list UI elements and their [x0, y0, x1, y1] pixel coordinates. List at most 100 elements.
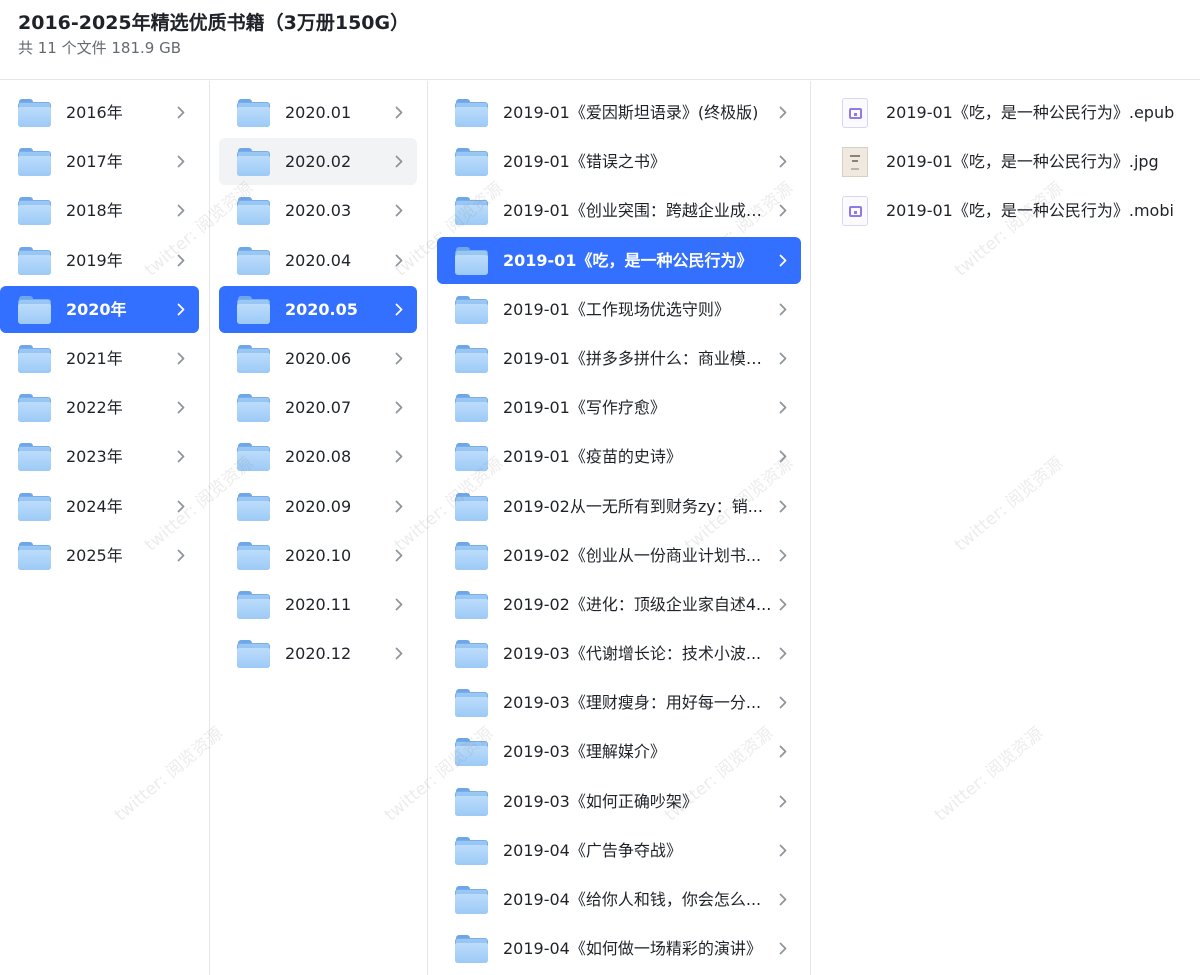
- book-folder-item[interactable]: 2019-02从一无所有到财务zy：销...: [437, 483, 801, 530]
- chevron-right-icon: [177, 450, 185, 463]
- year-folder-item-label: 2025年: [66, 545, 123, 565]
- chevron-right-icon: [779, 745, 787, 758]
- book-folder-item[interactable]: 2019-01《工作现场优选守则》: [437, 286, 801, 333]
- folder-icon: [455, 541, 488, 570]
- chevron-right-icon: [177, 500, 185, 513]
- book-folder-item[interactable]: 2019-03《代谢增长论：技术小波...: [437, 630, 801, 677]
- chevron-right-icon: [779, 303, 787, 316]
- folder-icon: [237, 541, 270, 570]
- book-folder-item[interactable]: 2019-01《错误之书》: [437, 138, 801, 185]
- book-folder-item[interactable]: 2019-01《拼多多拼什么：商业模式...: [437, 335, 801, 382]
- book-folder-item[interactable]: 2019-03《理财瘦身：用好每一分...: [437, 679, 801, 726]
- chevron-right-icon: [779, 106, 787, 119]
- book-folder-item[interactable]: 2019-01《写作疗愈》: [437, 384, 801, 431]
- month-folder-item[interactable]: 2020.12: [219, 630, 417, 677]
- book-folder-item-label: 2019-04《广告争夺战》: [503, 840, 682, 860]
- folder-icon: [455, 787, 488, 816]
- book-folder-item[interactable]: 2019-01《疫苗的史诗》: [437, 433, 801, 480]
- year-folder-item[interactable]: 2023年: [0, 433, 199, 480]
- book-folder-item[interactable]: 2019-01《吃，是一种公民行为》: [437, 236, 801, 284]
- chevron-right-icon: [779, 204, 787, 217]
- month-folder-item-label: 2020.06: [285, 348, 352, 368]
- year-folder-item[interactable]: 2020年: [0, 285, 199, 333]
- folder-icon: [18, 443, 51, 472]
- file-name: 2019-01《吃，是一种公民行为》.epub: [886, 103, 1175, 122]
- month-folder-item-label: 2020.07: [285, 398, 352, 418]
- file-item[interactable]: 2019-01《吃，是一种公民行为》.jpg: [839, 138, 1190, 187]
- year-folder-item[interactable]: 2018年: [0, 187, 199, 234]
- folder-icon: [18, 99, 51, 127]
- chevron-right-icon: [779, 500, 787, 513]
- year-folder-item[interactable]: 2019年: [0, 237, 199, 284]
- header: 2016-2025年精选优质书籍（3万册150G） 共 11 个文件 181.9…: [0, 0, 1200, 80]
- month-folder-item[interactable]: 2020.10: [219, 532, 417, 579]
- book-folder-item-label: 2019-01《创业突围：跨越企业成长...: [503, 201, 773, 221]
- book-folder-item[interactable]: 2019-01《爱因斯坦语录》(终极版): [437, 89, 801, 136]
- folder-icon: [455, 640, 488, 669]
- folder-icon: [455, 197, 488, 226]
- month-folder-item[interactable]: 2020.07: [219, 384, 417, 431]
- chevron-right-icon: [177, 352, 185, 365]
- book-folder-item-label: 2019-01《写作疗愈》: [503, 398, 666, 418]
- folder-icon: [18, 492, 51, 521]
- book-folder-item[interactable]: 2019-01《创业突围：跨越企业成长...: [437, 187, 801, 234]
- month-folder-item[interactable]: 2020.03: [219, 187, 417, 234]
- book-folder-item[interactable]: 2019-04《广告争夺战》: [437, 827, 801, 874]
- folder-icon: [237, 590, 270, 619]
- book-folder-item-label: 2019-02从一无所有到财务zy：销...: [503, 496, 763, 516]
- book-folder-item-label: 2019-01《工作现场优选守则》: [503, 299, 730, 319]
- chevron-right-icon: [395, 647, 403, 660]
- chevron-right-icon: [395, 303, 403, 316]
- chevron-right-icon: [779, 254, 787, 267]
- book-folder-item[interactable]: 2019-02《创业从一份商业计划书...: [437, 532, 801, 579]
- chevron-right-icon: [177, 549, 185, 562]
- folder-icon: [455, 590, 488, 619]
- chevron-right-icon: [395, 155, 403, 168]
- book-folder-item-label: 2019-04《如何做一场精彩的演讲》: [503, 939, 762, 959]
- year-folder-item[interactable]: 2022年: [0, 384, 199, 431]
- chevron-right-icon: [177, 204, 185, 217]
- folder-icon: [455, 689, 488, 718]
- month-folder-item[interactable]: 2020.01: [219, 89, 417, 136]
- month-folder-item[interactable]: 2020.06: [219, 335, 417, 382]
- year-folder-item[interactable]: 2024年: [0, 483, 199, 530]
- file-name: 2019-01《吃，是一种公民行为》.jpg: [886, 152, 1159, 171]
- book-folder-item[interactable]: 2019-03《理解媒介》: [437, 728, 801, 775]
- year-folder-item[interactable]: 2017年: [0, 138, 199, 185]
- file-column: 2019-01《吃，是一种公民行为》.epub 2019-01《吃，是一种公民行为…: [811, 81, 1200, 975]
- month-folder-item[interactable]: 2020.04: [219, 237, 417, 284]
- chevron-right-icon: [395, 106, 403, 119]
- chevron-right-icon: [177, 303, 185, 316]
- month-column: 2020.01 2020.02 2020.03 2020.04 2020.05 2020.…: [210, 81, 428, 975]
- year-folder-item[interactable]: 2021年: [0, 335, 199, 382]
- month-folder-item[interactable]: 2020.11: [219, 581, 417, 628]
- book-folder-item[interactable]: 2019-04《如何做一场精彩的演讲》: [437, 925, 801, 972]
- chevron-right-icon: [395, 254, 403, 267]
- file-item[interactable]: 2019-01《吃，是一种公民行为》.mobi: [839, 187, 1190, 236]
- book-folder-item[interactable]: 2019-03《如何正确吵架》: [437, 778, 801, 825]
- chevron-right-icon: [395, 450, 403, 463]
- month-folder-item[interactable]: 2020.02: [219, 138, 417, 186]
- book-folder-item-label: 2019-02《进化：顶级企业家自述4...: [503, 594, 772, 614]
- file-item[interactable]: 2019-01《吃，是一种公民行为》.epub: [839, 89, 1190, 138]
- folder-icon: [455, 246, 488, 275]
- year-folder-item-label: 2016年: [66, 103, 123, 122]
- folder-icon: [18, 246, 51, 275]
- month-folder-item[interactable]: 2020.09: [219, 483, 417, 530]
- folder-icon: [455, 886, 488, 914]
- chevron-right-icon: [177, 106, 185, 119]
- book-folder-item[interactable]: 2019-04《给你人和钱，你会怎么...: [437, 876, 801, 923]
- folder-icon: [237, 344, 270, 373]
- chevron-right-icon: [395, 549, 403, 562]
- chevron-right-icon: [395, 598, 403, 611]
- year-folder-item[interactable]: 2025年: [0, 532, 199, 579]
- ebook-icon: [842, 98, 868, 128]
- book-folder-item[interactable]: 2019-02《进化：顶级企业家自述4...: [437, 581, 801, 628]
- month-folder-item-label: 2020.02: [285, 152, 352, 172]
- folder-icon: [455, 443, 488, 472]
- month-folder-item[interactable]: 2020.08: [219, 433, 417, 480]
- book-folder-item-label: 2019-01《错误之书》: [503, 152, 666, 172]
- month-folder-item[interactable]: 2020.05: [219, 285, 417, 333]
- year-folder-item[interactable]: 2016年: [0, 89, 199, 136]
- folder-summary: 共 11 个文件 181.9 GB: [18, 39, 182, 57]
